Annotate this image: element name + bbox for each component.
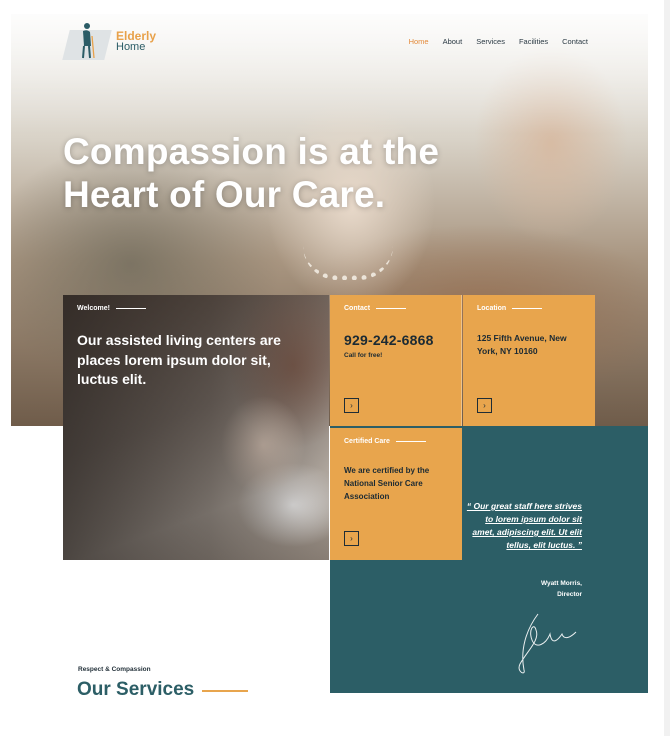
label-rule [512,307,543,310]
address-text: 125 Fifth Avenue, New York, NY 10160 [477,333,567,356]
nav-contact[interactable]: Contact [562,37,588,46]
label-rule [115,307,146,310]
services-title: Our Services [77,679,249,701]
certified-label: Certified Care [344,438,426,445]
testimonial-author: Wyatt Morris, Director [541,578,582,600]
certified-text: We are certified by the National Senior … [344,466,430,501]
logo-name-line2: Home [116,41,146,53]
welcome-text: Our assisted living centers are places l… [77,332,281,387]
welcome-label: Welcome! [77,305,146,312]
nav-about[interactable]: About [443,37,463,46]
label-rule [376,307,407,310]
hero-title: Compassion is at the Heart of Our Care. [63,130,439,216]
logo-icon [62,20,112,64]
logo-text: Elderly Home [116,30,156,53]
main-nav: Home About Services Facilities Contact [409,37,588,46]
pearl-necklace-detail [303,246,393,280]
certified-label-text: Certified Care [344,438,390,445]
nav-facilities[interactable]: Facilities [519,37,548,46]
logo[interactable]: Elderly Home [62,20,156,64]
scrollbar[interactable] [664,0,670,736]
elderly-figure-icon [82,23,95,59]
signature-icon [518,613,577,674]
label-rule [395,440,426,443]
title-rule [202,690,249,692]
certified-card: Certified Care We are certified by the N… [330,428,462,560]
location-card: Location 125 Fifth Avenue, New York, NY … [463,295,595,426]
testimonial-quote: “ Our great staff here strives to lorem … [466,501,582,550]
certified-arrow-button[interactable]: › [344,531,359,546]
location-label: Location [477,305,543,312]
contact-arrow-button[interactable]: › [344,398,359,413]
nav-services[interactable]: Services [476,37,505,46]
welcome-label-text: Welcome! [77,305,110,312]
location-label-text: Location [477,305,507,312]
welcome-card: Welcome! Our assisted living centers are… [63,295,329,560]
contact-label-text: Contact [344,305,371,312]
hero-title-line1: Compassion is at the [63,131,440,172]
services-eyebrow: Respect & Compassion [78,666,151,673]
phone-subtext: Call for free! [344,352,383,359]
location-arrow-button[interactable]: › [477,398,492,413]
hero-title-line2: Heart of Our Care. [63,174,386,215]
nav-home[interactable]: Home [409,37,429,46]
contact-label: Contact [344,305,407,312]
author-name: Wyatt Morris, [540,580,582,587]
services-title-text: Our Services [77,679,195,700]
phone-number[interactable]: 929-242-6868 [344,332,434,348]
contact-card: Contact 929-242-6868 Call for free! › [330,295,462,426]
author-role: Director [557,591,582,598]
